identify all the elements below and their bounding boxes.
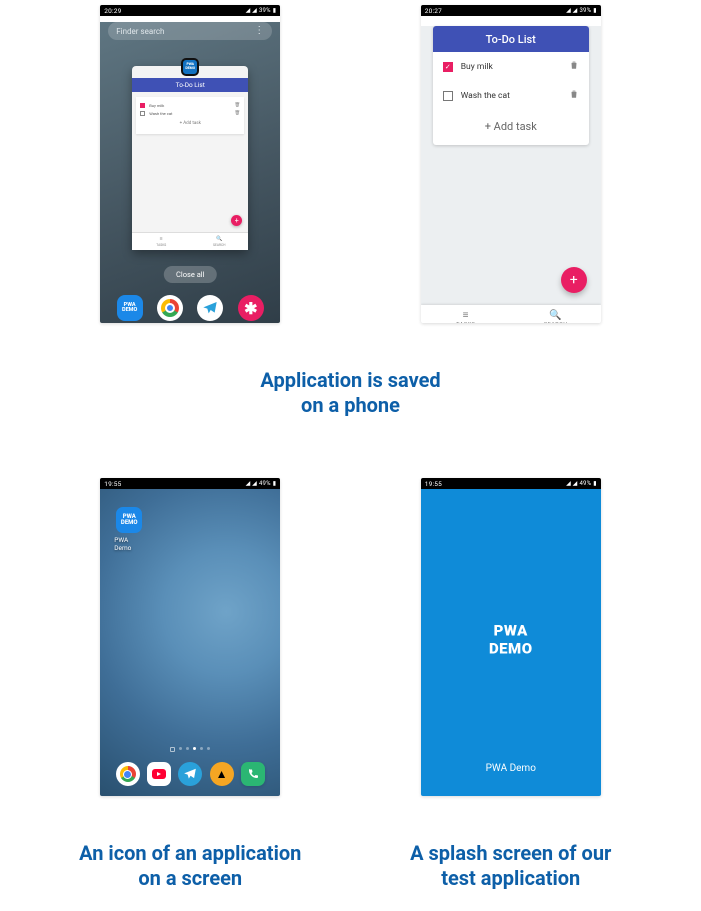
status-signal-icon: ◢ ◢ <box>246 480 257 487</box>
task-row[interactable]: ✓ Buy milk <box>433 52 589 81</box>
app-badge-icon: PWA DEMO <box>181 58 199 76</box>
more-icon[interactable]: ⋮ <box>254 26 264 36</box>
list-icon: ≡ <box>160 236 163 242</box>
phone-recents: 20:29 ◢ ◢ 39% ▮ Finder search ⋮ PWA DEMO… <box>100 5 280 323</box>
dock-telegram-icon[interactable] <box>178 762 202 786</box>
finder-search[interactable]: Finder search ⋮ <box>108 22 272 40</box>
dock-triangle-icon[interactable]: ▲ <box>210 762 234 786</box>
status-signal-icon: ◢ ◢ <box>246 7 257 14</box>
task-label: Buy milk <box>461 62 493 72</box>
tab-search: 🔍SEARCH <box>190 233 248 250</box>
add-task-button[interactable]: + Add task <box>433 110 589 145</box>
checkbox-checked-icon[interactable]: ✓ <box>443 62 453 72</box>
phone-splash: 19:55 ◢ ◢ 49% ▮ PWA DEMO PWA Demo <box>421 478 601 796</box>
dock-pwa-icon[interactable]: PWA DEMO <box>117 295 143 321</box>
checkbox-icon <box>140 103 145 108</box>
fab-add-button[interactable]: + <box>561 267 587 293</box>
search-icon: 🔍 <box>216 236 222 242</box>
battery-icon: ▮ <box>273 480 277 487</box>
list-icon: ≡ <box>463 310 469 321</box>
battery-icon: ▮ <box>593 7 597 14</box>
status-bar: 20:27 ◢ ◢ 39% ▮ <box>421 5 601 16</box>
dock-gallery-icon[interactable] <box>238 295 264 321</box>
trash-icon: 🗑 <box>235 111 241 116</box>
trash-icon[interactable] <box>569 89 579 102</box>
caption-saved: Application is saved on a phone <box>50 368 651 418</box>
app-header: To-Do List <box>433 26 589 52</box>
status-time: 20:29 <box>104 7 121 15</box>
status-bar: 19:55 ◢ ◢ 49% ▮ <box>421 478 601 489</box>
fab-add: + <box>231 215 242 226</box>
pwa-icon: PWA DEMO <box>116 507 142 533</box>
task-row: Wash the cat 🗑 <box>140 111 240 116</box>
battery-icon: ▮ <box>593 480 597 487</box>
status-time: 20:27 <box>425 7 442 15</box>
dock-phone-icon[interactable] <box>241 762 265 786</box>
trash-icon: 🗑 <box>235 103 241 108</box>
task-row: Buy milk 🗑 <box>140 103 240 108</box>
status-battery: 49% <box>579 480 591 487</box>
status-bar: 19:55 ◢ ◢ 49% ▮ <box>100 478 280 489</box>
phone-app-open: 20:27 ◢ ◢ 39% ▮ To-Do List ✓ Buy milk <box>421 5 601 323</box>
home-app-icon[interactable]: PWA DEMO PWA Demo <box>114 507 144 552</box>
status-signal-icon: ◢ ◢ <box>566 7 577 14</box>
card-title: To-Do List <box>132 78 248 92</box>
splash-subtitle: PWA Demo <box>421 763 601 774</box>
task-label: Wash the cat <box>149 111 172 116</box>
dock-chrome-icon[interactable] <box>116 762 140 786</box>
status-battery: 49% <box>259 480 271 487</box>
app-icon-label: PWA Demo <box>114 536 144 552</box>
tab-search[interactable]: 🔍SEARCH <box>511 305 601 323</box>
task-label: Wash the cat <box>461 91 510 101</box>
caption-icon: An icon of an application on a screen <box>50 841 331 891</box>
tab-tasks[interactable]: ≡TASKS <box>421 305 511 323</box>
trash-icon[interactable] <box>569 60 579 73</box>
status-battery: 39% <box>259 7 271 14</box>
tab-tasks: ≡TASKS <box>132 233 190 250</box>
dock-telegram-icon[interactable] <box>197 295 223 321</box>
checkbox-icon <box>140 111 145 116</box>
caption-splash: A splash screen of our test application <box>371 841 652 891</box>
recent-app-card[interactable]: PWA DEMO To-Do List Buy milk 🗑 Wash the … <box>132 66 248 250</box>
dock-youtube-icon[interactable] <box>147 762 171 786</box>
phone-home-screen: 19:55 ◢ ◢ 49% ▮ PWA DEMO PWA Demo <box>100 478 280 796</box>
status-bar: 20:29 ◢ ◢ 39% ▮ <box>100 5 280 16</box>
close-all-button[interactable]: Close all <box>164 266 216 283</box>
battery-icon: ▮ <box>273 7 277 14</box>
checkbox-unchecked-icon[interactable] <box>443 91 453 101</box>
status-battery: 39% <box>579 7 591 14</box>
page-indicator <box>100 747 280 752</box>
status-signal-icon: ◢ ◢ <box>566 480 577 487</box>
task-row[interactable]: Wash the cat <box>433 81 589 110</box>
status-time: 19:55 <box>425 480 442 488</box>
status-time: 19:55 <box>104 480 121 488</box>
splash-title: PWA DEMO <box>489 621 533 659</box>
search-icon: 🔍 <box>549 310 562 321</box>
add-task: + Add task <box>140 121 240 126</box>
task-label: Buy milk <box>149 103 164 108</box>
dock-chrome-icon[interactable] <box>157 295 183 321</box>
search-placeholder: Finder search <box>116 27 164 36</box>
